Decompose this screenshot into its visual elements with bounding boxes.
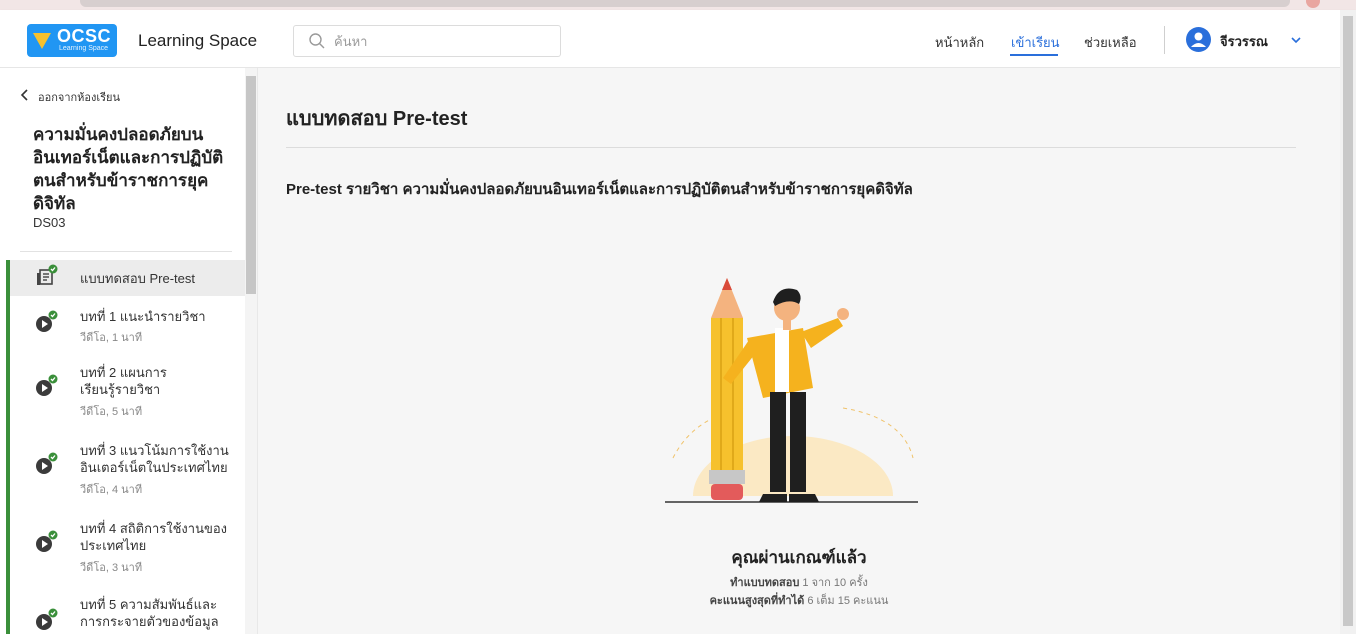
search-input[interactable] bbox=[334, 31, 549, 51]
sidebar-scrollbar-thumb[interactable] bbox=[246, 76, 256, 294]
lesson-meta: วีดีโอ, 4 นาที bbox=[80, 484, 143, 496]
lesson-title: บทที่ 1 แนะนำรายวิชา bbox=[80, 309, 206, 324]
avatar[interactable] bbox=[1186, 27, 1211, 52]
logo-text: OCSC bbox=[57, 26, 112, 46]
pretest-subject: Pre-test รายวิชา ความมั่นคงปลอดภัยบนอินเ… bbox=[286, 181, 913, 198]
ocsc-logo[interactable]: OCSC Learning Space bbox=[27, 24, 117, 57]
sidebar-item-pretest[interactable]: แบบทดสอบ Pre-test bbox=[10, 260, 245, 296]
user-icon bbox=[1191, 32, 1206, 47]
lesson-title: บทที่ 2 แผนการเรียนรู้รายวิชา bbox=[80, 365, 167, 397]
lesson-title: แบบทดสอบ Pre-test bbox=[80, 271, 196, 286]
logo-triangle-icon bbox=[33, 33, 51, 49]
video-done-icon bbox=[36, 452, 58, 474]
result-title: คุณผ่านเกณฑ์แล้ว bbox=[731, 548, 867, 567]
sidebar-item-lesson-3[interactable]: บทที่ 3 แนวโน้มการใช้งานอินเตอร์เน็ตในปร… bbox=[10, 438, 245, 500]
exit-classroom-label: ออกจากห้องเรียน bbox=[38, 92, 121, 104]
sidebar-item-lesson-4[interactable]: บทที่ 4 สถิติการใช้งานของประเทศไทย วีดีโ… bbox=[10, 516, 245, 578]
top-header: OCSC Learning Space Learning Space หน้าห… bbox=[0, 10, 1356, 68]
chevron-left-icon bbox=[20, 89, 28, 101]
page-scrollbar-thumb[interactable] bbox=[1343, 16, 1353, 626]
video-done-icon bbox=[36, 374, 58, 396]
sidebar-divider bbox=[20, 251, 232, 252]
search-box[interactable] bbox=[293, 25, 561, 57]
attempts-line: ทำแบบทดสอบ 1 จาก 10 ครั้ง bbox=[258, 573, 1340, 591]
pencil-man-illustration bbox=[665, 278, 918, 503]
lesson-meta: วีดีโอ, 5 นาที bbox=[80, 406, 143, 418]
nav-home[interactable]: หน้าหลัก bbox=[935, 32, 984, 53]
course-title: ความมั่นคงปลอดภัยบนอินเทอร์เน็ตและการปฏิ… bbox=[33, 125, 224, 213]
sidebar-item-lesson-2[interactable]: บทที่ 2 แผนการเรียนรู้รายวิชา วีดีโอ, 5 … bbox=[10, 360, 245, 422]
chevron-down-icon[interactable] bbox=[1289, 35, 1303, 45]
lesson-title: บทที่ 5 ความสัมพันธ์และการกระจายตัวของข้… bbox=[80, 597, 219, 629]
nav-study[interactable]: เข้าเรียน bbox=[1011, 32, 1060, 53]
browser-address-strip bbox=[80, 0, 1290, 7]
lesson-title: บทที่ 4 สถิติการใช้งานของประเทศไทย bbox=[80, 521, 227, 553]
sidebar-scrollbar[interactable] bbox=[245, 68, 257, 634]
sidebar-item-lesson-1[interactable]: บทที่ 1 แนะนำรายวิชา วีดีโอ, 1 นาที bbox=[10, 304, 245, 348]
quiz-done-icon bbox=[37, 264, 58, 285]
course-sidebar: ออกจากห้องเรียน ความมั่นคงปลอดภัยบนอินเท… bbox=[0, 68, 258, 634]
course-code: DS03 bbox=[33, 215, 66, 230]
page-scrollbar[interactable] bbox=[1340, 10, 1356, 634]
browser-top-strip bbox=[0, 0, 1356, 10]
attempts-label: ทำแบบทดสอบ bbox=[730, 577, 800, 589]
browser-profile-icon[interactable] bbox=[1306, 0, 1320, 8]
score-label: คะแนนสูงสุดที่ทำได้ bbox=[709, 595, 805, 607]
exit-classroom-link[interactable]: ออกจากห้องเรียน bbox=[20, 88, 120, 106]
video-done-icon bbox=[36, 530, 58, 552]
lesson-meta: วีดีโอ, 1 นาที bbox=[80, 332, 143, 344]
app-name: Learning Space bbox=[138, 31, 258, 50]
page-title: แบบทดสอบ Pre-test bbox=[286, 108, 468, 130]
logo-subtext: Learning Space bbox=[59, 45, 109, 52]
video-done-icon bbox=[36, 310, 58, 332]
score-value: 6 เต็ม 15 คะแนน bbox=[807, 595, 889, 607]
content-divider bbox=[286, 147, 1296, 148]
nav-help[interactable]: ช่วยเหลือ bbox=[1084, 32, 1137, 53]
lesson-meta: วีดีโอ, 3 นาที bbox=[80, 562, 143, 574]
sidebar-item-lesson-5[interactable]: บทที่ 5 ความสัมพันธ์และการกระจายตัวของข้… bbox=[10, 592, 245, 634]
nav-divider bbox=[1164, 26, 1165, 54]
video-done-icon bbox=[36, 608, 58, 630]
nav-active-underline bbox=[1010, 54, 1058, 56]
user-name[interactable]: จีรวรรณ bbox=[1220, 31, 1268, 52]
main-content: แบบทดสอบ Pre-test Pre-test รายวิชา ความม… bbox=[258, 68, 1340, 634]
lesson-title: บทที่ 3 แนวโน้มการใช้งานอินเตอร์เน็ตในปร… bbox=[80, 443, 229, 475]
search-icon bbox=[309, 33, 325, 49]
score-line: คะแนนสูงสุดที่ทำได้ 6 เต็ม 15 คะแนน bbox=[258, 591, 1340, 609]
attempts-value: 1 จาก 10 ครั้ง bbox=[802, 577, 868, 589]
